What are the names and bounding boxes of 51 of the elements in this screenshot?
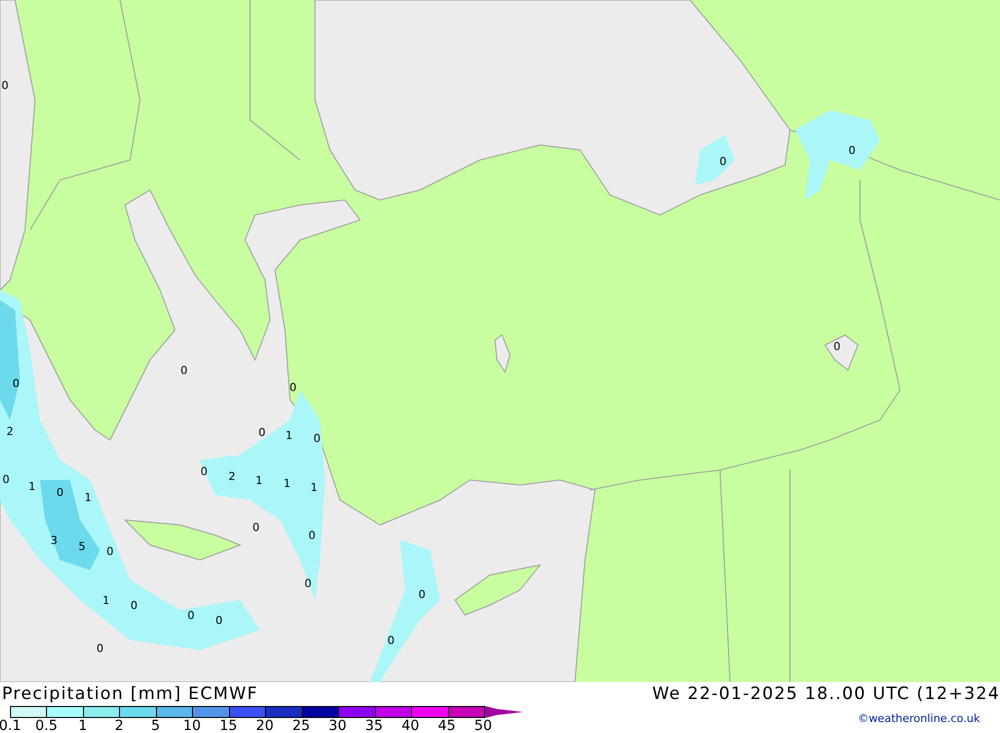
scale-tick-label: 2 (114, 718, 124, 733)
precip-value-label: 0 (252, 521, 260, 534)
precip-value-label: 0 (200, 465, 208, 478)
scale-tick-label: 1 (78, 718, 88, 733)
precip-value-label: 0 (106, 545, 114, 558)
precip-value-label: 0 (314, 432, 320, 445)
precip-value-label: 1 (84, 491, 92, 504)
precip-value-label: 0 (130, 599, 138, 612)
credit-link[interactable]: ©weatheronline.co.uk (858, 712, 980, 725)
scale-tick-label: 20 (256, 718, 274, 733)
precip-value-label: 1 (310, 481, 318, 494)
valid-time: We 22-01-2025 18..00 UTC (12+324 (652, 684, 1000, 704)
precip-value-label: 1 (102, 594, 110, 607)
arrow-icon (485, 706, 523, 718)
scale-tick-label: 25 (292, 718, 310, 733)
precip-value-label: 0 (418, 588, 426, 601)
precip-value-label: 0 (308, 529, 316, 542)
precip-value-label: 1 (286, 429, 292, 442)
precip-value-label: 0 (12, 377, 20, 390)
scale-tick-label: 45 (438, 718, 456, 733)
precip-value-label: 0 (2, 79, 8, 92)
scale-tick-label: 15 (219, 718, 238, 733)
scale-tick-label: 35 (365, 718, 383, 733)
precip-value-label: 0 (96, 642, 104, 655)
scale-tick-label: 5 (151, 718, 160, 733)
scale-tick-label: 30 (328, 718, 346, 733)
precip-value-label: 0 (848, 144, 856, 157)
scale-tick-label: 0.5 (35, 718, 58, 733)
precip-value-label: 0 (216, 614, 222, 627)
precip-value-label: 0 (258, 426, 266, 439)
precip-value-label: 3 (50, 534, 58, 547)
precip-value-label: 2 (6, 425, 14, 438)
precip-value-label: 1 (256, 474, 262, 487)
legend-title: Precipitation [mm] ECMWF (2, 684, 258, 704)
scale-tick-label: 50 (474, 718, 492, 733)
precip-value-label: 0 (188, 609, 194, 622)
precip-value-label: 5 (78, 540, 86, 553)
precip-value-label: 0 (304, 577, 312, 590)
precip-value-label: 0 (56, 486, 64, 499)
precip-value-label: 0 (290, 381, 296, 394)
precip-value-label: 0 (388, 634, 394, 647)
precip-value-label: 2 (228, 470, 236, 483)
scale-tick-label: 0.1 (0, 718, 22, 733)
precip-value-label: 0 (2, 473, 10, 486)
scale-tick-label: 40 (401, 718, 420, 733)
precip-value-label: 0 (720, 155, 726, 168)
precip-value-label: 1 (28, 480, 36, 493)
precip-value-label: 0 (180, 364, 188, 377)
precip-value-label: 0 (834, 340, 840, 353)
scale-tick-label: 10 (183, 718, 201, 733)
precip-value-label: 1 (284, 477, 290, 490)
